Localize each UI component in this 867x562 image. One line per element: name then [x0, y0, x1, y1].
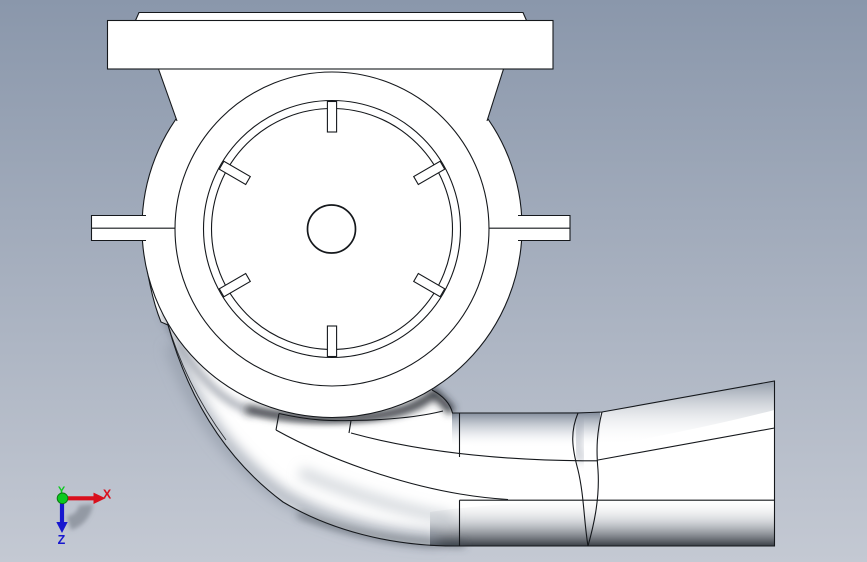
x-axis-label: X — [103, 488, 112, 502]
impeller-blade[interactable] — [326, 325, 338, 358]
impeller-blade[interactable] — [326, 100, 338, 133]
cad-viewport[interactable]: Y X Z — [0, 0, 867, 562]
model-view-canvas[interactable]: Y X Z — [0, 0, 867, 562]
triad-origin-ball[interactable] — [56, 492, 69, 505]
flange-back-strip[interactable] — [134, 11, 528, 22]
shaft-hub[interactable] — [306, 204, 357, 254]
top-flange[interactable] — [106, 19, 554, 70]
z-axis-label: Z — [58, 533, 66, 547]
